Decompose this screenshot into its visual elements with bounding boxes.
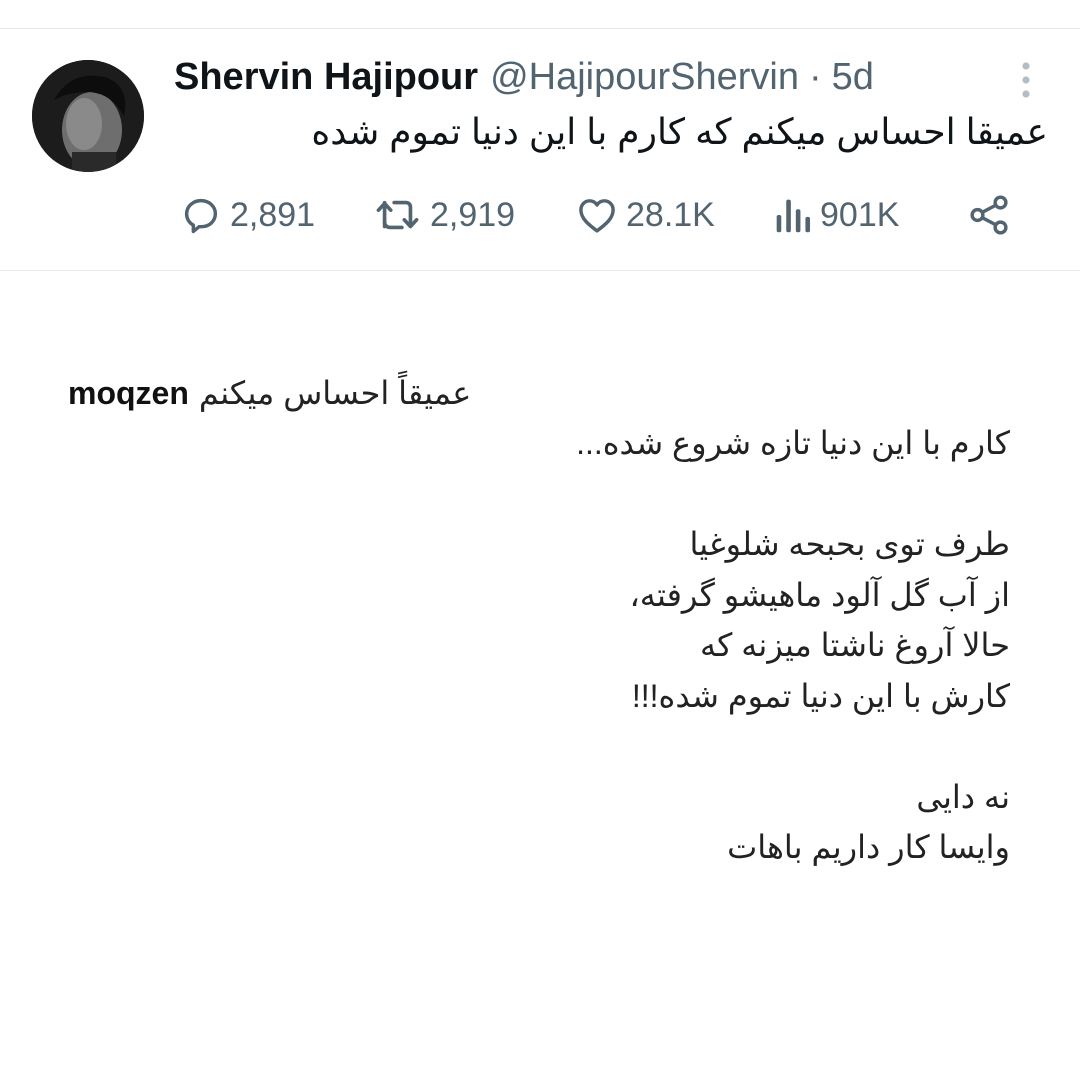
response-poem: کارم با این دنیا تازه شروع شده... طرف تو… [190, 418, 1010, 873]
reply-count: 2,891 [230, 195, 316, 234]
retweet-button[interactable]: 2,919 [372, 190, 515, 240]
poem-line: نه دایی [916, 778, 1010, 815]
heart-icon [574, 192, 626, 238]
top-divider [0, 28, 1080, 29]
more-vertical-icon[interactable] [1012, 60, 1040, 100]
header-separator: · [809, 55, 822, 98]
views-count: 901K [820, 195, 900, 234]
like-count: 28.1K [626, 195, 715, 234]
tweet-timestamp[interactable]: 5d [832, 56, 874, 99]
retweet-count: 2,919 [430, 195, 516, 234]
views-button[interactable]: 901K [770, 190, 899, 240]
response-lead: عمیقاً احساس میکنم [198, 375, 472, 411]
tweet-header: Shervin Hajipour @HajipourShervin · 5d [174, 54, 874, 100]
response-header: moqzen عمیقاً احساس میکنم [68, 368, 471, 418]
poem-line: کارش با این دنیا تموم شده!!! [631, 677, 1010, 714]
poem-line: کارم با این دنیا تازه شروع شده... [576, 425, 1010, 461]
like-button[interactable]: 28.1K [574, 190, 715, 240]
poem-line: از آب گل آلود ماهیشو گرفته، [629, 576, 1010, 613]
poem-spacer [190, 469, 1010, 520]
poem-spacer [190, 721, 1010, 772]
views-bars-icon [770, 192, 820, 238]
poem-line: وایسا کار داریم باهات [727, 829, 1010, 865]
reply-button[interactable]: 2,891 [178, 190, 315, 240]
avatar[interactable] [32, 60, 144, 172]
poem-line: حالا آروغ ناشتا میزنه که [699, 627, 1010, 663]
tweet-bottom-divider [0, 270, 1080, 271]
response-username[interactable]: moqzen [68, 375, 189, 412]
share-button[interactable] [966, 190, 1018, 240]
tweet-text: عمیقا احساس میکنم که کارم با این دنیا تم… [311, 111, 1048, 152]
poem-line: طرف توی بحبحه شلوغیا [689, 526, 1010, 562]
reply-icon [178, 192, 230, 238]
author-name[interactable]: Shervin Hajipour [174, 56, 478, 99]
author-handle[interactable]: @HajipourShervin [490, 56, 799, 99]
share-icon [966, 192, 1018, 238]
retweet-icon [372, 192, 430, 238]
